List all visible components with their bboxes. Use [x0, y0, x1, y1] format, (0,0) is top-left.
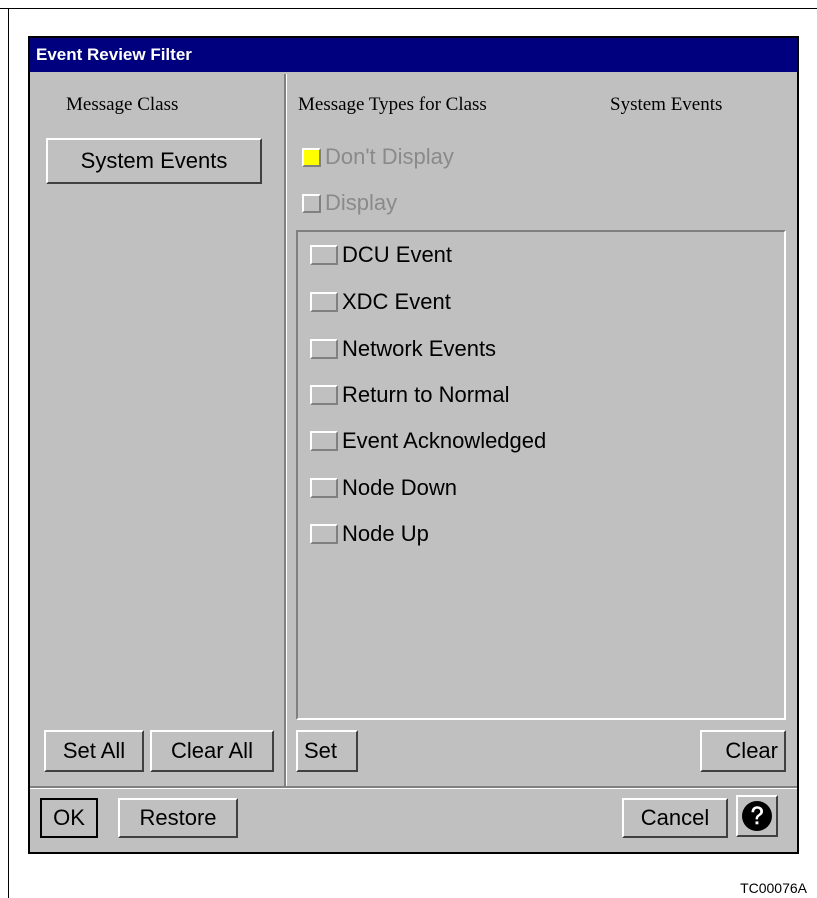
dont-display-option[interactable]: Don't Display: [302, 144, 454, 170]
list-item-dcu-event[interactable]: DCU Event: [310, 242, 452, 268]
list-item-label: Return to Normal: [342, 382, 510, 407]
checkbox[interactable]: [310, 292, 338, 312]
system-events-class-button[interactable]: System Events: [46, 138, 262, 184]
list-item-label: Network Events: [342, 336, 497, 361]
cancel-button[interactable]: Cancel: [622, 798, 728, 838]
footer-divider: [30, 786, 797, 789]
message-types-list: DCU Event XDC Event Network Events Retur…: [296, 230, 786, 720]
list-item-node-down[interactable]: Node Down: [310, 475, 457, 501]
dont-display-label: Don't Display: [325, 144, 454, 169]
display-label: Display: [325, 190, 398, 215]
list-item-node-up[interactable]: Node Up: [310, 521, 429, 547]
list-item-event-acknowledged[interactable]: Event Acknowledged: [310, 428, 546, 454]
event-review-filter-dialog: Event Review Filter Message Class System…: [28, 36, 799, 854]
set-all-button[interactable]: Set All: [44, 730, 144, 772]
display-indicator: [302, 193, 321, 213]
frame-left-rule: [8, 8, 9, 898]
question-mark-icon: [742, 801, 772, 831]
dont-display-indicator: [302, 147, 321, 167]
checkbox[interactable]: [310, 478, 338, 498]
checkbox[interactable]: [310, 245, 338, 265]
list-item-label: Node Down: [342, 475, 457, 500]
ok-button[interactable]: OK: [40, 798, 98, 838]
dialog-title: Event Review Filter: [30, 38, 797, 72]
frame-top-rule: [0, 8, 817, 9]
clear-button[interactable]: Clear: [700, 730, 786, 772]
help-button[interactable]: [736, 795, 778, 837]
checkbox[interactable]: [310, 339, 338, 359]
list-item-return-to-normal[interactable]: Return to Normal: [310, 382, 510, 408]
selected-class-name: System Events: [610, 94, 723, 115]
checkbox[interactable]: [310, 431, 338, 451]
clear-all-button[interactable]: Clear All: [150, 730, 274, 772]
figure-id: TC00076A: [740, 880, 807, 896]
list-item-label: Node Up: [342, 521, 429, 546]
message-class-heading: Message Class: [66, 94, 179, 115]
message-types-heading: Message Types for Class: [298, 94, 487, 115]
list-item-network-events[interactable]: Network Events: [310, 336, 496, 362]
list-item-label: XDC Event: [342, 289, 451, 314]
set-button[interactable]: Set: [296, 730, 358, 772]
checkbox[interactable]: [310, 524, 338, 544]
panel-divider: [284, 74, 287, 786]
checkbox[interactable]: [310, 385, 338, 405]
list-item-label: DCU Event: [342, 242, 453, 267]
display-option[interactable]: Display: [302, 190, 397, 216]
restore-button[interactable]: Restore: [118, 798, 238, 838]
list-item-label: Event Acknowledged: [342, 428, 547, 453]
list-item-xdc-event[interactable]: XDC Event: [310, 289, 451, 315]
